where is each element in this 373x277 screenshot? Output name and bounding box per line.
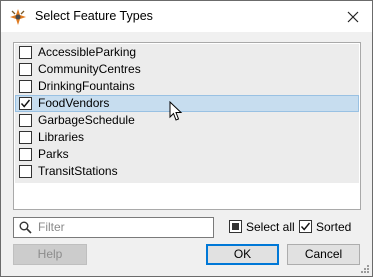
feature-type-checkbox[interactable]: [19, 97, 32, 110]
filter-input[interactable]: [38, 219, 208, 235]
search-icon: [19, 221, 32, 234]
sorted-checkbox[interactable]: Sorted: [299, 219, 359, 235]
mouse-cursor-icon: [169, 101, 183, 121]
feature-type-row[interactable]: AccessibleParking: [15, 44, 359, 61]
close-button[interactable]: [340, 5, 366, 29]
feature-type-label: GarbageSchedule: [38, 113, 135, 127]
fme-workbench-icon: [9, 8, 27, 26]
help-button[interactable]: Help: [13, 244, 87, 265]
feature-type-checkbox[interactable]: [19, 63, 32, 76]
feature-type-checkbox[interactable]: [19, 114, 32, 127]
feature-type-checkbox[interactable]: [19, 131, 32, 144]
select-all-checkbox[interactable]: Select all: [229, 219, 295, 235]
feature-type-list[interactable]: AccessibleParking CommunityCentres Drinkin…: [13, 42, 361, 210]
close-icon: [347, 11, 359, 23]
window-title: Select Feature Types: [35, 9, 153, 23]
feature-type-checkbox[interactable]: [19, 148, 32, 161]
feature-type-row[interactable]: GarbageSchedule: [15, 112, 359, 129]
feature-type-label: AccessibleParking: [38, 45, 137, 59]
feature-type-label: DrinkingFountains: [38, 79, 135, 93]
feature-type-row[interactable]: Parks: [15, 146, 359, 163]
select-all-label: Select all: [246, 220, 295, 234]
feature-type-label: TransitStations: [38, 164, 118, 178]
select-feature-types-dialog: Select Feature Types AccessibleParking Co…: [0, 0, 373, 277]
select-all-box[interactable]: [229, 220, 242, 233]
cancel-button[interactable]: Cancel: [287, 244, 360, 265]
feature-type-label: FoodVendors: [38, 96, 110, 110]
feature-type-label: Libraries: [38, 130, 85, 144]
feature-type-list-items: AccessibleParking CommunityCentres Drinkin…: [15, 44, 359, 183]
sorted-box[interactable]: [299, 220, 312, 233]
feature-type-row[interactable]: FoodVendors: [15, 95, 359, 112]
title-bar[interactable]: Select Feature Types: [1, 1, 372, 32]
checkmark-icon: [300, 222, 311, 231]
checkmark-icon: [20, 99, 31, 108]
resize-grip-icon[interactable]: [360, 264, 370, 274]
indeterminate-mark-icon: [232, 223, 239, 230]
feature-type-label: CommunityCentres: [38, 62, 141, 76]
feature-type-label: Parks: [38, 147, 69, 161]
filter-field[interactable]: [13, 217, 214, 238]
feature-type-checkbox[interactable]: [19, 80, 32, 93]
feature-type-row[interactable]: Libraries: [15, 129, 359, 146]
feature-type-row[interactable]: TransitStations: [15, 163, 359, 180]
feature-type-checkbox[interactable]: [19, 165, 32, 178]
feature-type-checkbox[interactable]: [19, 46, 32, 59]
feature-type-row[interactable]: DrinkingFountains: [15, 78, 359, 95]
ok-button[interactable]: OK: [206, 244, 279, 265]
feature-type-row[interactable]: CommunityCentres: [15, 61, 359, 78]
sorted-label: Sorted: [316, 220, 352, 234]
